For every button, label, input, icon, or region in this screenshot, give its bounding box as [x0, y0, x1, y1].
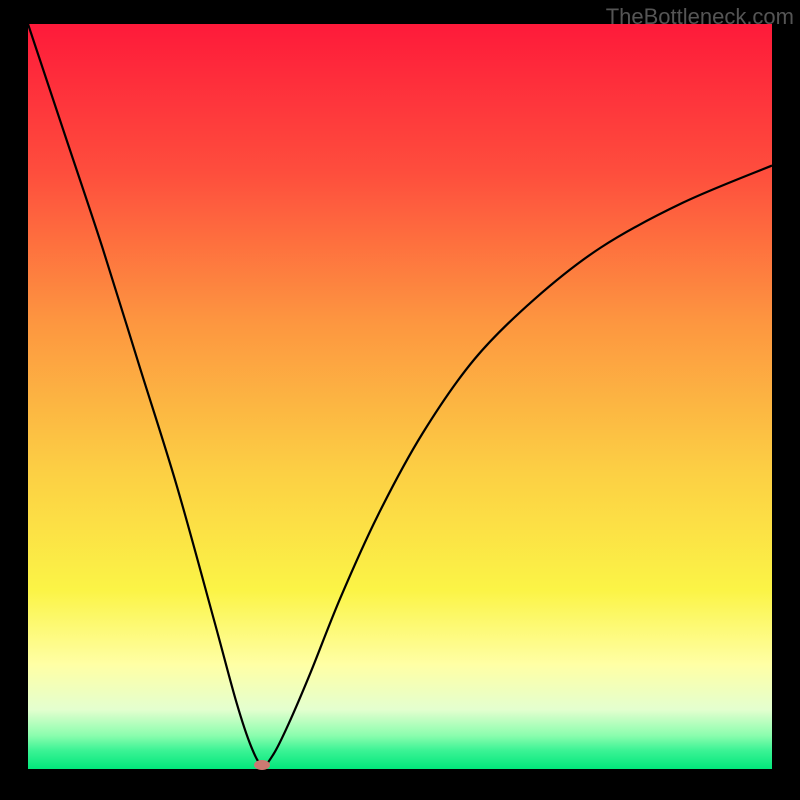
chart-plot-area [28, 24, 772, 769]
optimum-marker [254, 760, 270, 770]
watermark-text: TheBottleneck.com [606, 4, 794, 30]
chart-gradient-bg [28, 24, 772, 769]
